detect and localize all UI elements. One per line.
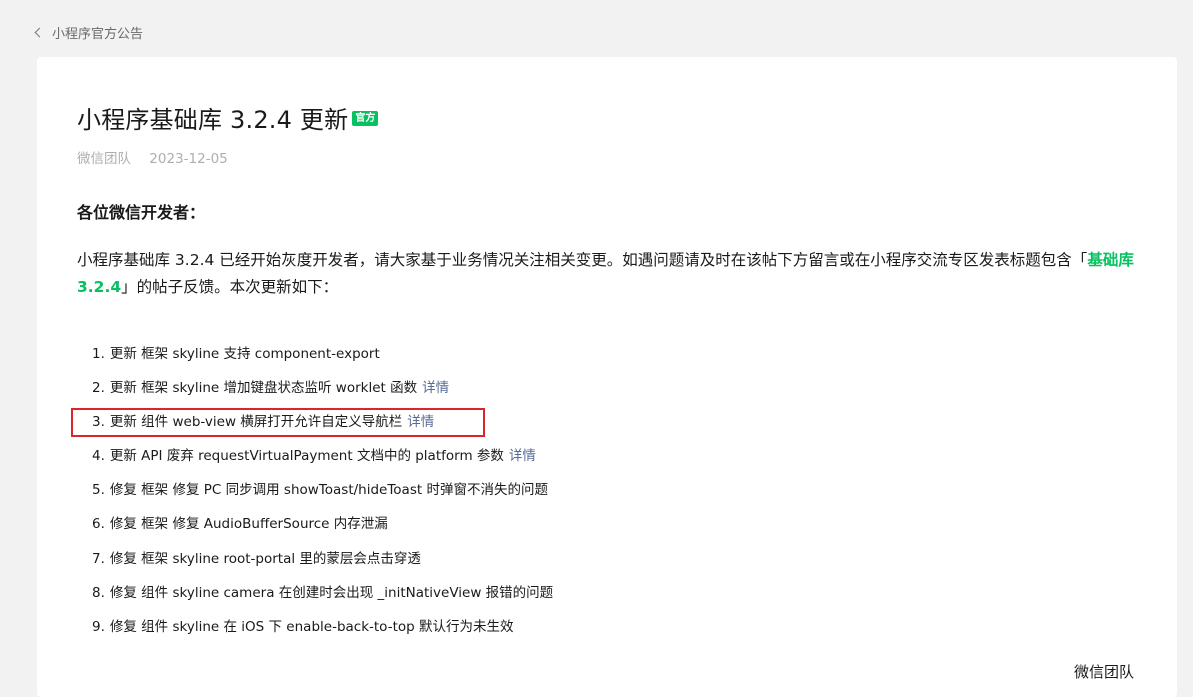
post-greeting: 各位微信开发者： [77, 203, 206, 222]
update-item: 9. 修复 组件 skyline 在 iOS 下 enable-back-to-t… [92, 616, 553, 650]
update-text: 修复 框架 skyline root-portal 里的蒙层会点击穿透 [109, 550, 421, 567]
post-title: 小程序基础库 3.2.4 更新 [77, 106, 349, 134]
title-row: 小程序基础库 3.2.4 更新 官方 [77, 100, 379, 135]
update-number: 6. [92, 516, 105, 533]
update-number: 7. [92, 550, 105, 567]
update-detail-link[interactable]: 详情 [407, 414, 434, 430]
back-link[interactable]: 小程序官方公告 [33, 22, 143, 42]
official-badge: 官方 [352, 111, 379, 126]
update-number: 1. [92, 346, 105, 362]
update-item: 6. 修复 框架 修复 AudioBufferSource 内存泄漏 [92, 513, 553, 547]
update-item: 2. 更新 框架 skyline 增加键盘状态监听 worklet 函数 详情 [92, 377, 553, 411]
update-number: 8. [92, 584, 105, 601]
intro-text-before: 小程序基础库 3.2.4 已经开始灰度开发者，请大家基于业务情况关注相关变更。如… [77, 251, 1088, 269]
update-item: 3. 更新 组件 web-view 横屏打开允许自定义导航栏 详情 [92, 411, 553, 445]
update-text: 修复 组件 skyline camera 在创建时会出现 _initNative… [109, 584, 554, 601]
update-text: 更新 框架 skyline 增加键盘状态监听 worklet 函数 [109, 380, 418, 397]
update-item: 7. 修复 框架 skyline root-portal 里的蒙层会点击穿透 [92, 548, 553, 582]
post-meta: 微信团队 2023-12-05 [77, 147, 228, 167]
update-text: 修复 框架 修复 AudioBufferSource 内存泄漏 [109, 516, 388, 533]
post-author[interactable]: 微信团队 [77, 151, 131, 167]
post-card: 小程序基础库 3.2.4 更新 官方 微信团队 2023-12-05 各位微信开… [37, 57, 1177, 697]
update-number: 5. [92, 482, 105, 499]
post-signature: 微信团队 [1073, 663, 1134, 681]
chevron-left-icon [34, 27, 45, 37]
update-item: 1. 更新 框架 skyline 支持 component-export [92, 343, 553, 377]
update-text: 更新 框架 skyline 支持 component-export [109, 346, 380, 362]
post-intro: 小程序基础库 3.2.4 已经开始灰度开发者，请大家基于业务情况关注相关变更。如… [77, 247, 1137, 301]
intro-text-after: 」的帖子反馈。本次更新如下： [121, 278, 339, 296]
update-number: 2. [92, 380, 105, 397]
update-item: 8. 修复 组件 skyline camera 在创建时会出现 _initNati… [92, 582, 553, 616]
update-number: 9. [92, 618, 105, 635]
back-link-label: 小程序官方公告 [52, 26, 144, 42]
update-text: 更新 API 废弃 requestVirtualPayment 文档中的 pla… [109, 448, 504, 465]
post-date: 2023-12-05 [149, 151, 228, 167]
update-text: 修复 组件 skyline 在 iOS 下 enable-back-to-top… [109, 618, 514, 635]
update-text: 更新 组件 web-view 横屏打开允许自定义导航栏 [109, 414, 403, 431]
update-item: 4. 更新 API 废弃 requestVirtualPayment 文档中的 p… [92, 445, 553, 479]
update-text: 修复 框架 修复 PC 同步调用 showToast/hideToast 时弹窗… [109, 482, 548, 499]
update-item: 5. 修复 框架 修复 PC 同步调用 showToast/hideToast 时… [92, 479, 553, 513]
update-number: 4. [92, 448, 105, 465]
update-detail-link[interactable]: 详情 [422, 380, 449, 396]
update-number: 3. [92, 414, 105, 431]
update-detail-link[interactable]: 详情 [509, 448, 536, 464]
update-list: 1. 更新 框架 skyline 支持 component-export 2. 更新… [92, 343, 553, 650]
